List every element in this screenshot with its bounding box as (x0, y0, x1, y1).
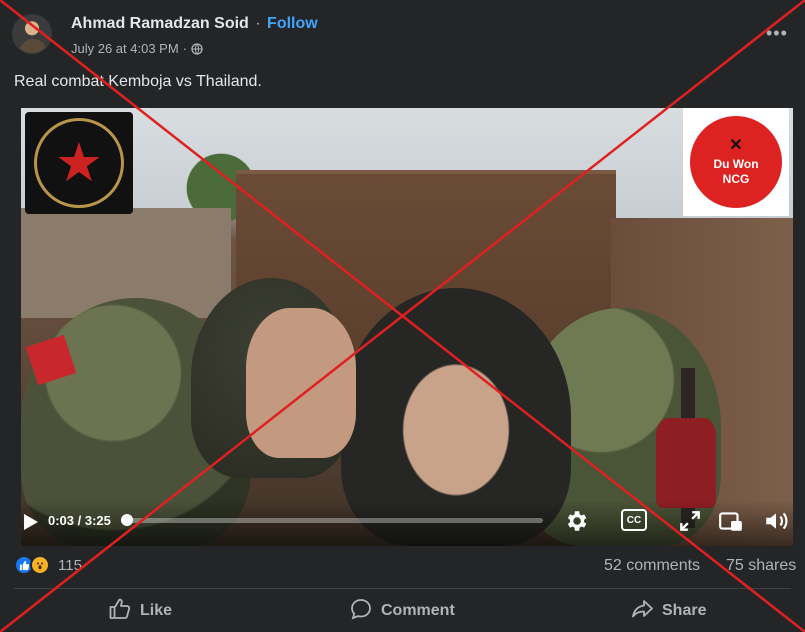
logo-abbrev: NCG (722, 172, 750, 187)
share-button[interactable]: Share (630, 596, 706, 626)
comments-count[interactable]: 52 comments (604, 557, 700, 575)
reaction-count: 115 (58, 556, 82, 574)
gear-icon[interactable] (563, 508, 589, 534)
share-label: Share (662, 602, 707, 619)
current-time: 0:03 (48, 513, 75, 528)
cc-icon[interactable]: CC (621, 509, 647, 531)
comment-label: Comment (381, 602, 455, 619)
follow-button[interactable]: Follow (267, 15, 318, 32)
divider (14, 588, 791, 589)
like-label: Like (140, 602, 173, 619)
volume-icon[interactable] (763, 508, 789, 534)
reactions-summary[interactable]: 115 (14, 555, 82, 575)
star-emblem-icon: ★ (25, 112, 133, 214)
video-time: 0:03 / 3:25 (48, 513, 111, 528)
like-button[interactable]: Like (108, 596, 172, 626)
crossed-rifles-emblem-icon: ✕ Du Won NCG (683, 108, 789, 216)
author-line: Ahmad Ramadzan Soid · Follow (71, 15, 318, 33)
play-icon[interactable] (23, 513, 39, 531)
picture-in-picture-icon[interactable] (718, 508, 744, 534)
separator: · (255, 15, 261, 32)
progress-knob[interactable] (121, 514, 134, 526)
separator: · (182, 41, 188, 56)
video-controls: 0:03 / 3:25 CC (21, 500, 793, 546)
globe-icon (191, 42, 203, 55)
duration: 3:25 (84, 513, 111, 528)
timestamp[interactable]: July 26 at 4:03 PM (71, 41, 179, 56)
fullscreen-icon[interactable] (677, 508, 703, 534)
time-separator: / (74, 513, 85, 528)
post-meta: July 26 at 4:03 PM · (71, 41, 203, 56)
share-arrow-icon (630, 597, 654, 626)
video-frame (21, 108, 793, 546)
post-stats: 115 52 comments 75 shares (0, 548, 805, 586)
video-player[interactable]: ★ ✕ Du Won NCG 0:03 / 3:25 CC (21, 108, 793, 546)
progress-bar[interactable] (121, 514, 543, 526)
comment-bubble-icon (349, 597, 373, 626)
shares-count[interactable]: 75 shares (726, 557, 796, 575)
thumbs-up-icon (108, 597, 132, 626)
author-name[interactable]: Ahmad Ramadzan Soid (71, 15, 249, 32)
wow-reaction-icon (30, 555, 50, 575)
avatar[interactable] (12, 14, 52, 54)
comment-button[interactable]: Comment (349, 596, 455, 626)
post-caption: Real combat Kemboja vs Thailand. (14, 73, 262, 90)
more-options-icon[interactable]: ••• (766, 24, 788, 42)
logo-text: Du Won (713, 156, 759, 171)
post-header: Ahmad Ramadzan Soid · Follow July 26 at … (0, 0, 805, 66)
post-actions: Like Comment Share (0, 590, 805, 632)
